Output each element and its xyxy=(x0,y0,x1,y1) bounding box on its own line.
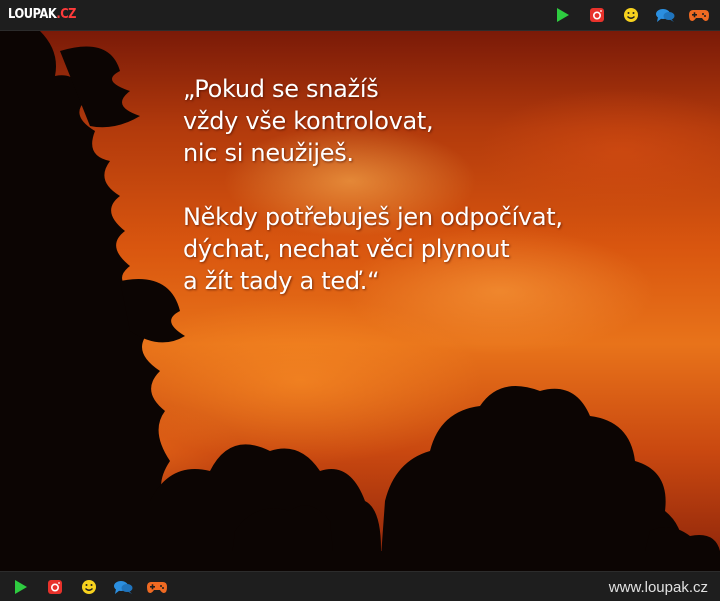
quote-line: nic si neužiješ. xyxy=(183,139,354,167)
bottom-icon-bar xyxy=(10,577,168,597)
top-icon-bar xyxy=(552,5,710,25)
quote-line: Někdy potřebuješ jen odpočívat, xyxy=(183,203,563,231)
chat-bubbles-icon[interactable] xyxy=(112,577,134,597)
play-icon[interactable] xyxy=(10,577,32,597)
play-icon[interactable] xyxy=(552,5,574,25)
instagram-icon[interactable] xyxy=(586,5,608,25)
stanza-gap xyxy=(183,169,703,201)
quote-line: dýchat, nechat věci plynout xyxy=(183,235,510,263)
logo-tld: .CZ xyxy=(56,7,77,22)
gamepad-icon[interactable] xyxy=(688,5,710,25)
instagram-icon[interactable] xyxy=(44,577,66,597)
sunset-photo: „Pokud se snažíš vždy vše kontrolovat, n… xyxy=(0,31,720,571)
smiley-icon[interactable] xyxy=(620,5,642,25)
quote-text: „Pokud se snažíš vždy vše kontrolovat, n… xyxy=(183,73,703,297)
bottom-bar: www.loupak.cz xyxy=(0,571,720,601)
logo-main: LOUPAK xyxy=(8,7,57,22)
smiley-icon[interactable] xyxy=(78,577,100,597)
site-url-link[interactable]: www.loupak.cz xyxy=(609,579,708,596)
quote-line: „Pokud se snažíš xyxy=(183,75,379,103)
quote-line: vždy vše kontrolovat, xyxy=(183,107,434,135)
gamepad-icon[interactable] xyxy=(146,577,168,597)
quote-line: a žít tady a teď.“ xyxy=(183,267,380,295)
chat-bubbles-icon[interactable] xyxy=(654,5,676,25)
site-logo[interactable]: LOUPAK.CZ xyxy=(8,6,76,24)
top-bar: LOUPAK.CZ xyxy=(0,0,720,31)
